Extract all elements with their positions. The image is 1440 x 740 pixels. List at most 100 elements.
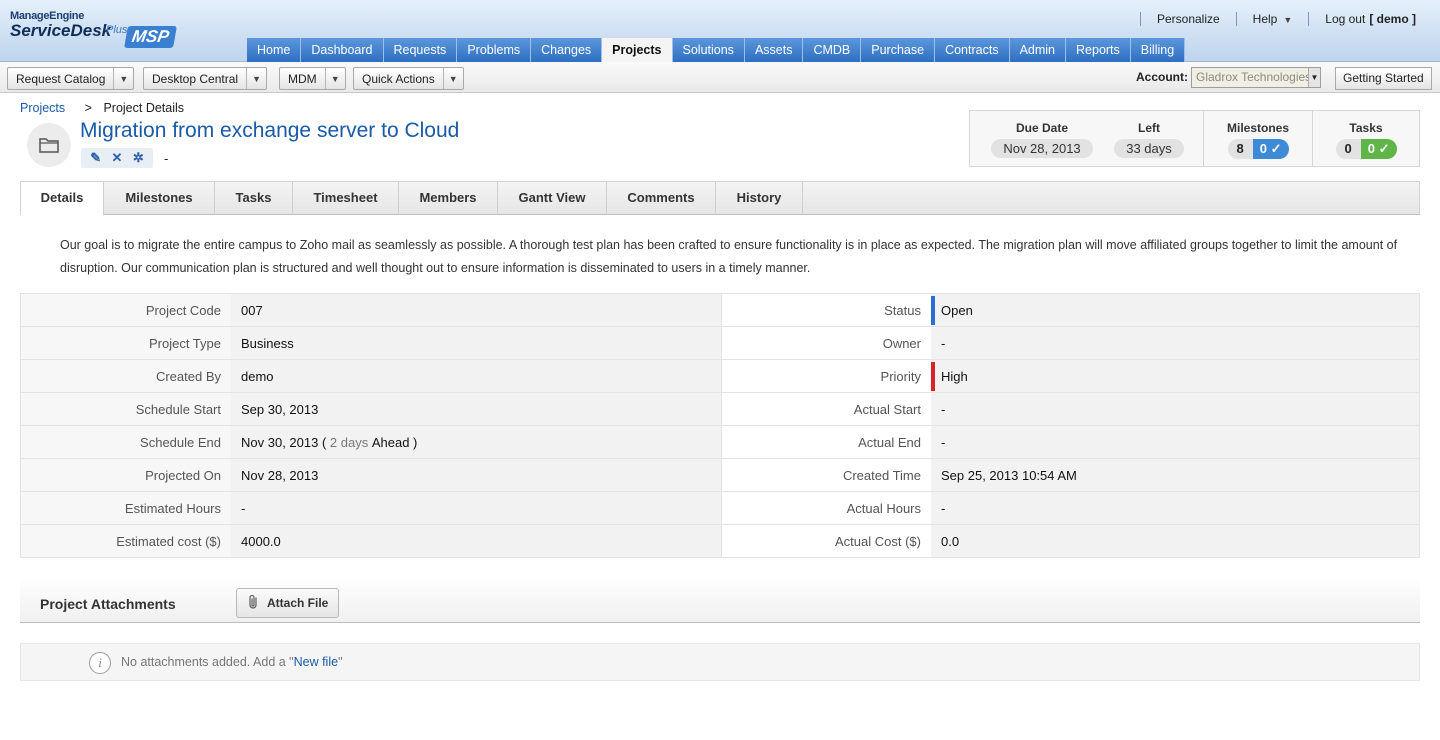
field-label: Actual Start [721,393,931,425]
status-indicator [931,296,935,325]
table-row: Schedule Start Sep 30, 2013 Actual Start… [21,393,1419,426]
field-label: Estimated Hours [21,492,231,524]
estimated-hours-value: - [231,492,721,524]
tab-comments[interactable]: Comments [607,182,716,215]
field-label: Project Code [21,294,231,326]
due-date-value: Nov 28, 2013 [991,139,1093,158]
current-user: [ demo ] [1369,12,1416,26]
nav-solutions[interactable]: Solutions [672,38,745,62]
projected-on-value: Nov 28, 2013 [231,459,721,491]
table-row: Estimated cost ($) 4000.0 Actual Cost ($… [21,525,1419,558]
desktop-central-button[interactable]: Desktop Central ▼ [143,67,268,90]
priority-indicator [931,362,935,391]
breadcrumb-projects-link[interactable]: Projects [20,101,65,115]
quick-actions-button[interactable]: Quick Actions ▼ [353,67,464,90]
days-left-value: 33 days [1114,139,1184,158]
created-time-value: Sep 25, 2013 10:54 AM [931,459,1419,491]
gear-icon[interactable]: ✲ [133,150,144,166]
milestones-label: Milestones [1226,121,1289,135]
nav-dashboard[interactable]: Dashboard [301,38,384,62]
getting-started-button[interactable]: Getting Started [1335,67,1432,90]
actual-start-value: - [931,393,1419,425]
folder-icon [27,123,71,167]
table-row: Estimated Hours - Actual Hours - [21,492,1419,525]
schedule-end-value: Nov 30, 2013 ( 2 days Ahead ) [231,426,721,458]
divider [1235,12,1237,26]
close-icon[interactable]: ✕ [112,150,123,166]
secondary-toolbar: Request Catalog ▼ Desktop Central ▼ MDM … [0,62,1440,93]
tab-tasks[interactable]: Tasks [215,182,293,215]
schedule-start-value: Sep 30, 2013 [231,393,721,425]
tasks-label: Tasks [1349,121,1383,135]
project-summary: Due Date Nov 28, 2013 Left 33 days Miles… [969,110,1420,167]
nav-assets[interactable]: Assets [744,38,804,62]
chevron-down-icon[interactable]: ▼ [246,68,266,89]
account-select[interactable]: Gladrox Technologies ▼ [1191,67,1321,88]
table-row: Project Type Business Owner - [21,327,1419,360]
edit-icon[interactable]: ✎ [90,150,101,166]
milestones-summary[interactable]: Milestones 8 0 ✓ [1204,111,1313,166]
schedule-summary: Due Date Nov 28, 2013 Left 33 days [970,111,1204,166]
field-label: Priority [721,360,931,392]
tab-milestones[interactable]: Milestones [104,182,215,215]
logout-link[interactable]: Log out [1325,12,1365,26]
nav-requests[interactable]: Requests [383,38,458,62]
table-row: Created By demo Priority High [21,360,1419,393]
quick-actions-label: Quick Actions [362,71,435,86]
check-icon: ✓ [1378,141,1390,156]
days-left-label: Left [1138,121,1160,135]
logo-product: ServiceDesk [10,21,112,40]
project-code-value: 007 [231,294,721,326]
tasks-summary[interactable]: Tasks 0 0 ✓ [1313,111,1419,166]
field-label: Project Type [21,327,231,359]
field-label: Created By [21,360,231,392]
nav-home[interactable]: Home [247,38,302,62]
field-label: Status [721,294,931,326]
project-details-table: Project Code 007 Status Open Project Typ… [20,293,1420,558]
chevron-down-icon[interactable]: ▼ [324,68,345,89]
nav-changes[interactable]: Changes [531,38,603,62]
project-description: Our goal is to migrate the entire campus… [60,238,1398,275]
request-catalog-button[interactable]: Request Catalog ▼ [7,67,135,90]
help-label: Help [1252,12,1278,26]
chevron-down-icon[interactable]: ▼ [442,68,463,89]
field-label: Schedule Start [21,393,231,425]
status-value: Open [931,294,1419,326]
tab-gantt-view[interactable]: Gantt View [498,182,607,215]
nav-purchase[interactable]: Purchase [861,38,936,62]
attach-file-button[interactable]: Attach File [236,588,340,618]
chevron-down-icon[interactable]: ▼ [113,68,133,89]
help-menu[interactable]: Help ▼ [1253,12,1293,26]
field-label: Created Time [721,459,931,491]
nav-projects[interactable]: Projects [602,38,673,62]
nav-problems[interactable]: Problems [457,38,532,62]
project-type-value: Business [231,327,721,359]
servicedesk-logo[interactable]: ManageEngine ServiceDesk Plus MSP [10,10,177,48]
nav-cmdb[interactable]: CMDB [803,38,862,62]
new-file-link[interactable]: New file [294,655,338,669]
mdm-button[interactable]: MDM ▼ [279,67,346,90]
personalize-link[interactable]: Personalize [1157,12,1220,26]
tab-history[interactable]: History [716,182,803,215]
chevron-down-icon: ▼ [1308,68,1320,87]
project-subline: - [164,151,169,166]
actual-end-value: - [931,426,1419,458]
due-date-label: Due Date [1015,121,1068,135]
attachments-title: Project Attachments [40,596,176,612]
nav-reports[interactable]: Reports [1066,38,1131,62]
breadcrumb-separator: > [84,101,92,115]
tab-details[interactable]: Details [21,182,104,216]
tab-members[interactable]: Members [399,182,498,215]
field-label: Schedule End [21,426,231,458]
attach-file-label: Attach File [267,596,329,610]
divider [1308,12,1310,26]
actual-cost-value: 0.0 [931,525,1419,557]
nav-contracts[interactable]: Contracts [935,38,1010,62]
nav-admin[interactable]: Admin [1009,38,1067,62]
tab-timesheet[interactable]: Timesheet [293,182,399,215]
nav-billing[interactable]: Billing [1130,38,1186,62]
estimated-cost-value: 4000.0 [231,525,721,557]
logo-plus: Plus [106,24,128,36]
milestones-completed: 0 ✓ [1252,139,1289,159]
milestones-total: 8 [1227,139,1253,159]
